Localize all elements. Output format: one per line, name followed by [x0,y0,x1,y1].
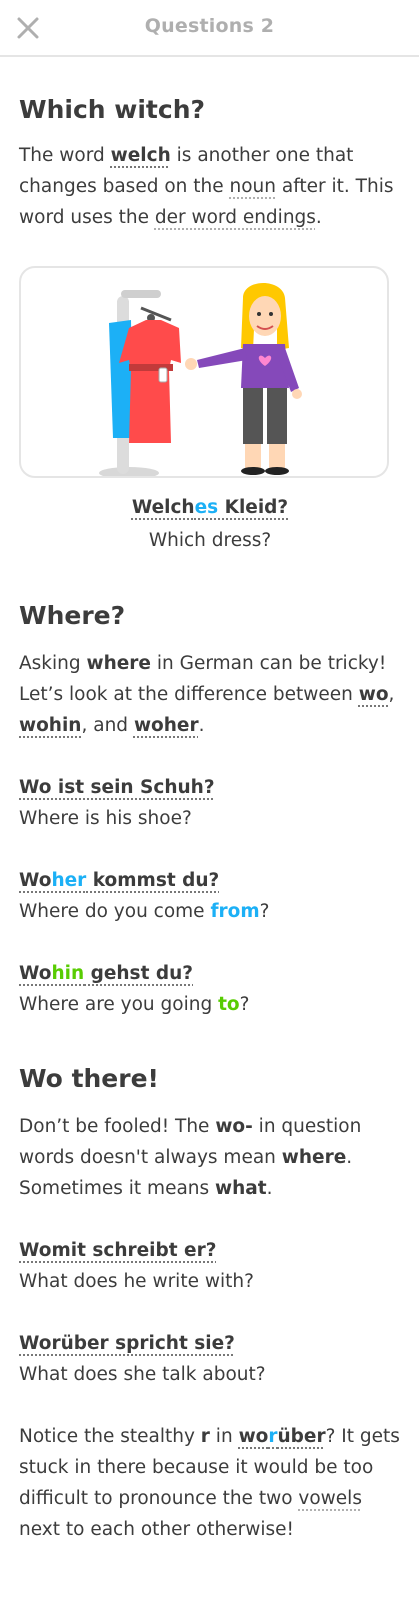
caption-german[interactable]: Welches Kleid? [19,491,401,524]
example-english: What does he write with? [19,1271,254,1292]
notice-paragraph: Notice the stealthy r in worüber? It get… [19,1426,400,1540]
term-noun[interactable]: noun [230,176,277,197]
example-5: Worüber spricht sie? What does she talk … [19,1328,401,1390]
page-title: Questions 2 [144,15,275,37]
term-woher[interactable]: woher [134,715,199,736]
term-der-word-endings[interactable]: der word endings [155,207,316,228]
wo-there-paragraph: Don’t be fooled! The wo- in question wor… [19,1116,362,1199]
section-heading-wo-there: Wo there! [19,1064,159,1093]
caption-english: Which dress? [148,530,272,551]
dress-illustration-card [19,266,389,478]
example-german[interactable]: Worüber spricht sie? [19,1333,235,1354]
where-paragraph: Asking where in German can be tricky! Le… [19,653,395,736]
example-german[interactable]: Womit schreibt er? [19,1240,216,1261]
lesson-content: Which witch? The word welch is another o… [0,95,419,1545]
example-english: Where is his shoe? [19,808,192,829]
dress-illustration [99,283,302,476]
term-wo[interactable]: wo [359,684,389,705]
term-wohin[interactable]: wohin [19,715,81,736]
example-2: Woher kommst du? Where do you come from? [19,865,401,927]
which-paragraph: The word welch is another one that chang… [19,145,394,228]
term-welch[interactable]: welch [111,145,171,166]
example-english: What does she talk about? [19,1364,266,1385]
example-german[interactable]: Wo ist sein Schuh? [19,777,215,798]
illustration-caption: Welches Kleid? Which dress? [19,491,401,557]
term-worueber[interactable]: worüber [239,1426,326,1447]
section-heading-which: Which witch? [19,95,205,124]
section-heading-where: Where? [19,601,126,630]
term-vowels[interactable]: vowels [298,1488,362,1509]
example-german[interactable]: Woher kommst du? [19,870,219,891]
example-german[interactable]: Wohin gehst du? [19,963,193,984]
example-3: Wohin gehst du? Where are you going to? [19,958,401,1020]
example-english: Where are you going to? [19,994,250,1015]
top-bar: Questions 2 [0,0,419,57]
example-1: Wo ist sein Schuh? Where is his shoe? [19,772,401,834]
example-4: Womit schreibt er? What does he write wi… [19,1235,401,1297]
example-english: Where do you come from? [19,901,270,922]
